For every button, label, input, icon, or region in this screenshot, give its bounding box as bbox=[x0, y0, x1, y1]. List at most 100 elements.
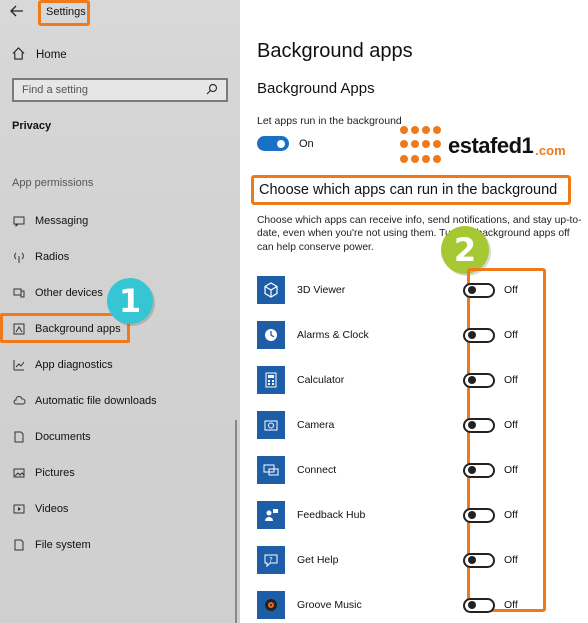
app-toggle[interactable]: Off bbox=[463, 597, 518, 613]
back-arrow-icon[interactable] bbox=[10, 4, 26, 20]
toggle-switch[interactable] bbox=[463, 282, 495, 298]
sidebar-item-videos[interactable]: Videos bbox=[12, 500, 68, 518]
sidebar-item-file-system[interactable]: File system bbox=[12, 536, 91, 554]
document-icon bbox=[12, 430, 26, 444]
toggle-state: Off bbox=[504, 554, 518, 566]
section-title: Privacy bbox=[12, 120, 52, 132]
app-toggle[interactable]: Off bbox=[463, 417, 518, 433]
app-name: Groove Music bbox=[297, 599, 362, 611]
toggle-switch[interactable] bbox=[463, 417, 495, 433]
search-placeholder: Find a setting bbox=[22, 84, 89, 96]
master-toggle-state: On bbox=[299, 137, 314, 150]
main-panel: Background apps Background Apps Let apps… bbox=[240, 0, 588, 623]
toggle-switch[interactable] bbox=[463, 552, 495, 568]
app-name: Connect bbox=[297, 464, 337, 476]
toggle-state: Off bbox=[504, 374, 518, 386]
sidebar-item-label: File system bbox=[35, 539, 91, 551]
app-toggle[interactable]: Off bbox=[463, 282, 518, 298]
group-label: App permissions bbox=[12, 177, 94, 189]
radio-icon bbox=[12, 250, 26, 264]
master-toggle-switch[interactable] bbox=[257, 136, 289, 151]
3d-viewer-icon bbox=[257, 276, 285, 304]
help-icon: ? bbox=[257, 546, 285, 574]
sidebar-item-label: Radios bbox=[35, 251, 70, 263]
sidebar-item-other-devices[interactable]: Other devices bbox=[12, 284, 103, 302]
step-badge-1: 1 bbox=[107, 278, 153, 324]
background-apps-highlight bbox=[0, 313, 130, 343]
app-row: Connect Off bbox=[257, 454, 577, 486]
toggle-state: Off bbox=[504, 419, 518, 431]
clock-icon bbox=[257, 321, 285, 349]
section-title: Background Apps bbox=[257, 80, 375, 97]
watermark-logo: estafed1 .com bbox=[400, 126, 566, 166]
search-icon bbox=[206, 83, 218, 98]
home-label: Home bbox=[36, 49, 67, 61]
sidebar-item-automatic-file-downloads[interactable]: Automatic file downloads bbox=[12, 392, 157, 410]
toggle-state: Off bbox=[504, 329, 518, 341]
sidebar-item-label: App diagnostics bbox=[35, 359, 113, 371]
description: Choose which apps can receive info, send… bbox=[257, 215, 582, 253]
title-highlight bbox=[38, 0, 90, 26]
app-toggle[interactable]: Off bbox=[463, 462, 518, 478]
toggle-switch[interactable] bbox=[463, 507, 495, 523]
toggle-state: Off bbox=[504, 284, 518, 296]
toggle-state: Off bbox=[504, 509, 518, 521]
svg-text:?: ? bbox=[269, 556, 273, 564]
calculator-icon bbox=[257, 366, 285, 394]
logo-mark-icon bbox=[400, 126, 444, 166]
home-link[interactable]: Home bbox=[12, 47, 67, 63]
app-row: Feedback Hub Off bbox=[257, 499, 577, 531]
diagnostics-icon bbox=[12, 358, 26, 372]
app-row: Groove Music Off bbox=[257, 589, 577, 621]
app-name: Camera bbox=[297, 419, 335, 431]
toggle-switch[interactable] bbox=[463, 327, 495, 343]
sidebar-item-app-diagnostics[interactable]: App diagnostics bbox=[12, 356, 113, 374]
app-toggle[interactable]: Off bbox=[463, 552, 518, 568]
app-row: Camera Off bbox=[257, 409, 577, 441]
app-toggle[interactable]: Off bbox=[463, 372, 518, 388]
sidebar-item-label: Other devices bbox=[35, 287, 103, 299]
logo-brand: estafed1 bbox=[448, 133, 534, 158]
app-row: 3D Viewer Off bbox=[257, 274, 577, 306]
sidebar: Settings Home Find a setting Privacy App… bbox=[0, 0, 240, 623]
sidebar-item-documents[interactable]: Documents bbox=[12, 428, 91, 446]
toggle-switch[interactable] bbox=[463, 462, 495, 478]
page-title: Background apps bbox=[257, 40, 413, 62]
picture-icon bbox=[12, 466, 26, 480]
home-icon bbox=[12, 47, 28, 63]
feedback-icon bbox=[257, 501, 285, 529]
master-toggle-label: Let apps run in the background bbox=[257, 115, 402, 127]
step-badge-2: 2 bbox=[441, 226, 489, 274]
sidebar-item-label: Documents bbox=[35, 431, 91, 443]
camera-icon bbox=[257, 411, 285, 439]
file-icon bbox=[12, 538, 26, 552]
connect-icon bbox=[257, 456, 285, 484]
sidebar-item-radios[interactable]: Radios bbox=[12, 248, 69, 266]
music-icon bbox=[257, 591, 285, 619]
sidebar-item-pictures[interactable]: Pictures bbox=[12, 464, 75, 482]
toggle-switch[interactable] bbox=[463, 372, 495, 388]
master-toggle[interactable]: On bbox=[257, 136, 314, 151]
message-icon bbox=[12, 214, 26, 228]
app-name: Get Help bbox=[297, 554, 339, 566]
sidebar-scrollbar[interactable] bbox=[235, 420, 237, 623]
sidebar-item-label: Messaging bbox=[35, 215, 89, 227]
search-input[interactable]: Find a setting bbox=[12, 78, 228, 102]
app-row: Alarms & Clock Off bbox=[257, 319, 577, 351]
video-icon bbox=[12, 502, 26, 516]
cloud-icon bbox=[12, 394, 26, 408]
app-name: 3D Viewer bbox=[297, 284, 346, 296]
toggle-state: Off bbox=[504, 464, 518, 476]
toggle-switch[interactable] bbox=[463, 597, 495, 613]
app-name: Calculator bbox=[297, 374, 345, 386]
app-toggle[interactable]: Off bbox=[463, 507, 518, 523]
app-row: ? Get Help Off bbox=[257, 544, 577, 576]
app-name: Feedback Hub bbox=[297, 509, 366, 521]
sidebar-item-messaging[interactable]: Messaging bbox=[12, 212, 88, 230]
app-row: Calculator Off bbox=[257, 364, 577, 396]
sidebar-item-label: Videos bbox=[35, 503, 69, 515]
sidebar-item-label: Automatic file downloads bbox=[35, 395, 157, 407]
app-name: Alarms & Clock bbox=[297, 329, 369, 341]
app-toggle[interactable]: Off bbox=[463, 327, 518, 343]
choose-apps-heading: Choose which apps can run in the backgro… bbox=[251, 175, 571, 205]
